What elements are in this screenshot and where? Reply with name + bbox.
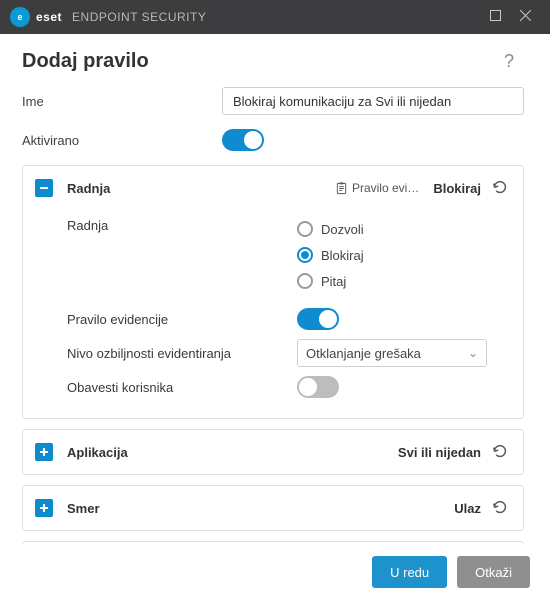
radio-ask-row[interactable]: Pitaj (297, 270, 511, 292)
chevron-down-icon: ⌄ (468, 346, 478, 360)
titlebar: e eset ENDPOINT SECURITY (0, 0, 550, 34)
page-title: Dodaj pravilo (22, 50, 149, 73)
severity-select[interactable]: Otklanjanje grešaka ⌄ (297, 339, 487, 367)
cancel-button[interactable]: Otkaži (457, 556, 530, 588)
radio-allow[interactable] (297, 221, 313, 237)
radio-allow-row[interactable]: Dozvoli (297, 218, 511, 240)
plus-icon (39, 503, 49, 513)
activated-label: Aktivirano (22, 133, 222, 148)
square-icon (490, 10, 501, 21)
page-title-row: Dodaj pravilo ? (22, 50, 524, 73)
panel-direction-title: Smer (67, 501, 100, 516)
name-field-row: Ime (22, 87, 524, 115)
panel-application-title: Aplikacija (67, 445, 128, 460)
brand-bold: eset (36, 10, 62, 24)
notify-toggle[interactable] (297, 376, 339, 398)
activated-toggle[interactable] (222, 129, 264, 151)
name-input[interactable] (222, 87, 524, 115)
undo-icon (491, 443, 509, 461)
panel-action-rule-summary-text: Pravilo evi… (352, 181, 419, 195)
severity-value: Otklanjanje grešaka (306, 346, 421, 361)
plus-icon (39, 447, 49, 457)
notify-label: Obavesti korisnika (67, 380, 297, 395)
brand: e eset ENDPOINT SECURITY (10, 7, 206, 27)
panel-action: Radnja Pravilo evi… Blokiraj Radnja Dozv… (22, 165, 524, 419)
panel-ipprotocol: IP protokola TCP i UDP (22, 541, 524, 544)
undo-icon (491, 179, 509, 197)
content-area: Dodaj pravilo ? Ime Aktivirano Radnja Pr… (0, 34, 550, 544)
activated-row: Aktivirano (22, 129, 524, 151)
radio-block-row[interactable]: Blokiraj (297, 244, 511, 266)
panel-application: Aplikacija Svi ili nijedan (22, 429, 524, 475)
expand-application-button[interactable] (35, 443, 53, 461)
close-icon (520, 10, 531, 21)
clipboard-icon (335, 182, 348, 195)
name-label: Ime (22, 94, 222, 109)
panel-action-body: Radnja Dozvoli Blokiraj Pitaj (23, 210, 523, 418)
panel-action-rule-summary: Pravilo evi… (335, 181, 419, 195)
collapse-button[interactable] (35, 179, 53, 197)
radio-block-label: Blokiraj (321, 248, 364, 263)
window-close-button[interactable] (510, 10, 540, 24)
radio-allow-label: Dozvoli (321, 222, 364, 237)
window-maximize-button[interactable] (480, 10, 510, 24)
bottombar: U redu Otkaži (0, 544, 550, 600)
panel-application-revert[interactable] (489, 441, 511, 463)
ok-button[interactable]: U redu (372, 556, 447, 588)
panel-action-header: Radnja Pravilo evi… Blokiraj (23, 166, 523, 210)
severity-label: Nivo ozbiljnosti evidentiranja (67, 346, 297, 361)
help-button[interactable]: ? (504, 51, 514, 72)
log-rule-label: Pravilo evidencije (67, 312, 297, 327)
panel-direction: Smer Ulaz (22, 485, 524, 531)
panel-action-title: Radnja (67, 181, 110, 196)
log-rule-toggle[interactable] (297, 308, 339, 330)
radio-ask-label: Pitaj (321, 274, 346, 289)
panel-direction-revert[interactable] (489, 497, 511, 519)
radio-block[interactable] (297, 247, 313, 263)
panel-action-revert[interactable] (489, 177, 511, 199)
panel-action-summary: Blokiraj (433, 181, 481, 196)
action-label: Radnja (67, 218, 297, 233)
panel-application-summary: Svi ili nijedan (398, 445, 481, 460)
expand-direction-button[interactable] (35, 499, 53, 517)
undo-icon (491, 499, 509, 517)
minus-icon (39, 183, 49, 193)
panel-direction-summary: Ulaz (454, 501, 481, 516)
radio-ask[interactable] (297, 273, 313, 289)
brand-rest: ENDPOINT SECURITY (72, 10, 206, 24)
eset-logo-icon: e (10, 7, 30, 27)
